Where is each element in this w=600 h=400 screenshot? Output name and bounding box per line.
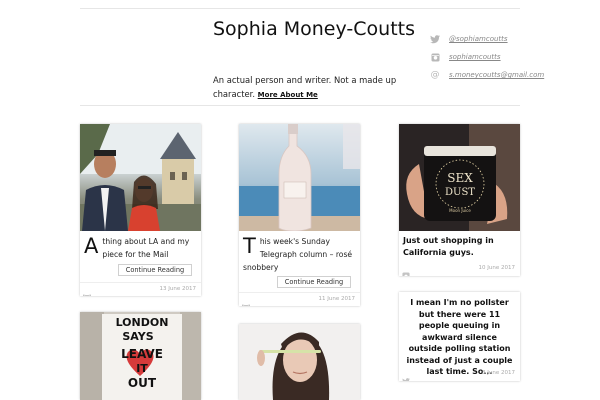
site-title[interactable]: Sophia Money-Coutts (213, 17, 418, 41)
post-image-woman-portrait[interactable] (239, 324, 360, 400)
jar-label-2: DUST (445, 187, 475, 198)
post-meta: 13 June 2017 (80, 282, 201, 296)
sign-line-1: LONDON (116, 316, 169, 329)
instagram-handle-link[interactable]: sophiamcoutts (449, 53, 501, 61)
twitter-handle-link[interactable]: @sophiamcoutts (449, 35, 508, 43)
post-card-rose[interactable]: This week's Sunday Telegraph column – ro… (239, 124, 360, 306)
social-twitter[interactable]: @sophiamcoutts (430, 34, 508, 44)
excerpt-text: his week's Sunday Telegraph column – ros… (243, 237, 353, 272)
post-card-london-sign[interactable]: LONDON SAYS LEAVE IT OUT (80, 312, 201, 400)
post-excerpt: This week's Sunday Telegraph column – ro… (243, 235, 356, 274)
twitter-icon (430, 34, 440, 44)
post-image-rose-bottle[interactable] (239, 124, 360, 232)
instagram-icon (430, 52, 440, 62)
post-card-tweet[interactable]: I mean I'm no pollster but there were 11… (399, 292, 520, 381)
post-date: 8 June 2017 (482, 370, 515, 376)
post-excerpt: Athing about LA and my piece for the Mai… (84, 235, 197, 261)
social-email[interactable]: @ s.moneycoutts@gmail.com (430, 70, 545, 80)
sign-line-3: LEAVE (121, 347, 163, 361)
post-card-la[interactable]: Athing about LA and my piece for the Mai… (80, 124, 201, 296)
post-image-london-sign[interactable]: LONDON SAYS LEAVE IT OUT (80, 312, 201, 400)
post-date: 11 June 2017 (318, 296, 355, 302)
more-about-me-link[interactable]: More About Me (258, 91, 318, 99)
header-top-divider (80, 8, 520, 9)
post-meta: 11 June 2017 (239, 292, 360, 306)
jar-sublabel: Moon Juice (449, 208, 471, 213)
instagram-icon (402, 265, 410, 276)
continue-reading-button[interactable]: Continue Reading (277, 276, 351, 288)
post-image-sex-dust-jar[interactable]: SEX DUST Moon Juice (399, 124, 520, 231)
excerpt-text: thing about LA and my piece for the Mail (102, 237, 190, 259)
twitter-icon (402, 370, 410, 381)
post-card-portrait[interactable] (239, 324, 360, 400)
site-tagline: An actual person and writer. Not a made … (213, 74, 413, 102)
sign-line-5: OUT (128, 376, 157, 390)
post-meta: 10 June 2017 (399, 262, 520, 276)
post-meta: 8 June 2017 (399, 367, 520, 381)
book-icon (242, 296, 250, 306)
post-image-couple-selfie[interactable] (80, 124, 201, 231)
sign-line-4: IT (136, 362, 148, 375)
post-caption: Just out shopping in California guys. (403, 236, 494, 257)
post-date: 13 June 2017 (159, 286, 196, 292)
dropcap: A (84, 234, 99, 258)
sign-line-2: SAYS (122, 330, 153, 343)
email-link[interactable]: s.moneycoutts@gmail.com (449, 71, 544, 79)
social-instagram[interactable]: sophiamcoutts (430, 52, 501, 62)
dropcap: T (243, 234, 256, 258)
post-card-instagram[interactable]: SEX DUST Moon Juice Just out shopping in… (399, 124, 520, 276)
tweet-text: I mean I'm no pollster but there were 11… (406, 298, 513, 376)
header-bottom-divider (80, 105, 520, 106)
continue-reading-button[interactable]: Continue Reading (118, 264, 192, 276)
at-icon: @ (430, 70, 440, 80)
jar-label-1: SEX (447, 171, 473, 185)
post-date: 10 June 2017 (478, 265, 515, 271)
book-icon (83, 286, 91, 296)
